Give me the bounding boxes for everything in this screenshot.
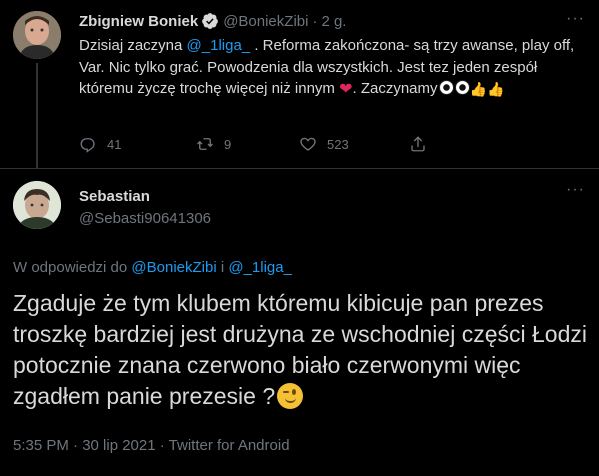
like-count: 523 — [327, 136, 349, 152]
divider — [0, 168, 599, 169]
author-name[interactable]: Zbigniew Boniek — [79, 13, 198, 30]
main-tweet-text: Zgaduje że tym klubem któremu kibicuje p… — [13, 288, 593, 412]
verified-badge-icon — [202, 13, 219, 29]
reply-count: 41 — [107, 136, 122, 152]
replying-conjunction: i — [216, 259, 229, 276]
author-name[interactable]: Sebastian — [79, 188, 150, 205]
parent-tweet-text: Dzisiaj zaczyna @_1liga_ . Reforma zakoń… — [79, 35, 589, 101]
share-icon — [411, 136, 425, 152]
like-icon — [300, 137, 316, 151]
thumbs-up-emoji: 👍👍 — [469, 81, 505, 97]
share-button[interactable] — [409, 135, 427, 153]
thread-connector-line — [36, 63, 38, 168]
tweet-text-part: Dzisiaj zaczyna — [79, 37, 187, 54]
tweet-actions: 41 9 523 — [79, 135, 499, 155]
retweet-icon — [197, 138, 213, 150]
mention-link[interactable]: @_1liga_ — [187, 37, 251, 54]
retweet-button[interactable]: 9 — [196, 135, 231, 153]
soccer-ball-emoji — [438, 80, 454, 95]
tweet-text-part: . Zaczynamy — [352, 80, 438, 97]
avatar[interactable] — [13, 181, 61, 229]
separator-dot: · — [312, 12, 318, 30]
parent-tweet-header: Zbigniew Boniek @BoniekZibi · 2 g. — [79, 11, 346, 31]
replying-to: W odpowiedzi do @BoniekZibi i @_1liga_ — [13, 259, 292, 276]
like-button[interactable]: 523 — [299, 135, 349, 153]
retweet-count: 9 — [224, 136, 232, 152]
tweet-meta[interactable]: 5:35 PM · 30 lip 2021 · Twitter for Andr… — [13, 437, 290, 454]
tweet-time[interactable]: 2 g. — [321, 13, 346, 30]
parent-tweet[interactable]: Zbigniew Boniek @BoniekZibi · 2 g. ··· D… — [0, 0, 599, 168]
more-icon[interactable]: ··· — [566, 10, 585, 28]
avatar[interactable] — [13, 11, 61, 59]
author-handle[interactable]: @BoniekZibi — [223, 13, 308, 30]
reply-icon — [80, 138, 95, 153]
mention-link[interactable]: @_1liga_ — [228, 259, 292, 276]
winking-face-emoji — [277, 383, 304, 409]
heart-emoji: ❤ — [339, 81, 353, 98]
tweet-thread: Zbigniew Boniek @BoniekZibi · 2 g. ··· D… — [0, 0, 599, 476]
replying-prefix: W odpowiedzi do — [13, 259, 132, 276]
mention-link[interactable]: @BoniekZibi — [131, 259, 216, 276]
soccer-ball-emoji — [454, 80, 470, 95]
reply-button[interactable]: 41 — [79, 135, 121, 153]
more-icon[interactable]: ··· — [566, 181, 585, 199]
author-handle[interactable]: @Sebasti90641306 — [79, 210, 211, 227]
